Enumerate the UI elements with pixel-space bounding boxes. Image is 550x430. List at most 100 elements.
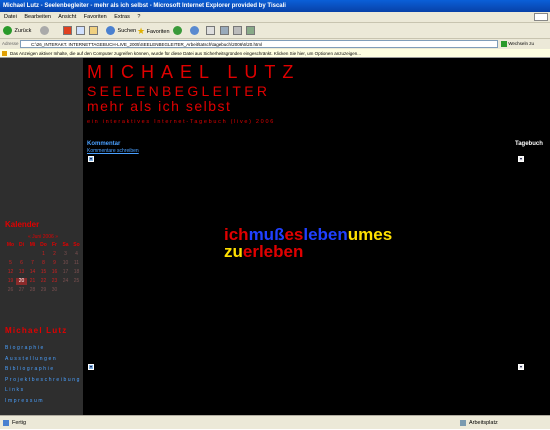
history-icon xyxy=(173,26,182,36)
menu-favoriten[interactable]: Favoriten xyxy=(84,14,107,20)
calendar-weekday: Mo xyxy=(6,242,15,248)
browser-window: Michael Lutz - Seelenbegleiter - mehr al… xyxy=(0,0,550,429)
site-title: SEELENBEGLEITER xyxy=(87,83,271,99)
calendar-weekday: Mi xyxy=(29,242,36,248)
calendar-day[interactable]: 15 xyxy=(38,269,49,276)
calendar-heading: Kalender xyxy=(5,220,40,229)
scroll-down-icon[interactable] xyxy=(88,156,94,162)
calendar-day[interactable]: 24 xyxy=(60,278,71,285)
menu-bar: Datei Bearbeiten Ansicht Favoriten Extra… xyxy=(0,12,550,22)
messenger-button[interactable] xyxy=(246,26,255,37)
favorites-button[interactable]: ★ Favoriten xyxy=(137,26,170,37)
refresh-button[interactable] xyxy=(76,26,85,37)
calendar-day[interactable]: 17 xyxy=(60,269,71,276)
zone-text: Arbeitsplatz xyxy=(469,420,498,426)
stop-button[interactable] xyxy=(63,26,72,37)
calendar-day[interactable]: 12 xyxy=(5,269,16,276)
home-button[interactable] xyxy=(89,26,98,37)
edit-button[interactable] xyxy=(220,26,229,37)
window-title: Michael Lutz - Seelenbegleiter - mehr al… xyxy=(3,3,286,9)
calendar-month-nav[interactable]: « Juni 2006 » xyxy=(5,234,81,240)
calendar-day[interactable]: 28 xyxy=(27,287,38,294)
nav-item-links[interactable]: Links xyxy=(5,385,81,396)
star-icon: ★ xyxy=(137,26,146,36)
stop-icon xyxy=(63,26,72,36)
nav-item-impressum[interactable]: Impressum xyxy=(5,396,81,407)
address-label: Adresse xyxy=(2,41,19,46)
kommentar-write-link[interactable]: Kommentare schreiben xyxy=(87,148,139,154)
forward-arrow-icon xyxy=(40,26,49,36)
calendar-day[interactable]: 9 xyxy=(49,260,60,267)
security-info-bar[interactable]: Das Anzeigen aktiver Inhalte, die auf de… xyxy=(0,49,550,58)
forward-button[interactable] xyxy=(40,26,50,37)
site-subtitle: mehr als ich selbst xyxy=(87,98,232,114)
diary-entry-line-2: zuerleben xyxy=(224,243,392,260)
calendar-day[interactable]: 27 xyxy=(16,287,27,294)
calendar-day[interactable]: 14 xyxy=(27,269,38,276)
tagebuch-heading: Tagebuch xyxy=(515,141,543,147)
discuss-button[interactable] xyxy=(233,26,242,37)
calendar-day[interactable]: 16 xyxy=(49,269,60,276)
calendar: « Juni 2006 » Mo Di Mi Do Fr Sa So 1 2 3 4 5 6 7 8 9 10 1… xyxy=(5,234,81,294)
nav-item-bibliographie[interactable]: Bibliographie xyxy=(5,364,81,375)
calendar-grid: Mo Di Mi Do Fr Sa So 1 2 3 4 5 6 7 8 9 10 11 12 13 14 15 16 17 1… xyxy=(5,242,81,294)
back-button[interactable]: Zurück xyxy=(3,26,31,37)
go-button[interactable]: Wechseln zu xyxy=(501,39,534,49)
history-button[interactable] xyxy=(173,26,183,37)
calendar-empty-cell xyxy=(60,287,71,294)
nav-item-ausstellungen[interactable]: Ausstellungen xyxy=(5,354,81,365)
mail-button[interactable] xyxy=(190,26,200,37)
calendar-day[interactable]: 26 xyxy=(5,287,16,294)
calendar-day[interactable]: 23 xyxy=(49,278,60,285)
calendar-day[interactable]: 11 xyxy=(71,260,82,267)
calendar-day[interactable]: 21 xyxy=(27,278,38,285)
calendar-day[interactable]: 30 xyxy=(49,287,60,294)
bottom-right-scroll-icon[interactable] xyxy=(518,364,524,370)
go-arrow-icon xyxy=(501,40,507,47)
menu-ansicht[interactable]: Ansicht xyxy=(58,14,76,20)
shield-icon xyxy=(2,51,7,56)
home-icon xyxy=(89,26,98,36)
info-bar-text: Das Anzeigen aktiver Inhalte, die auf de… xyxy=(10,51,361,56)
address-input[interactable]: C:\26_INTERAKT. INTERNETTAGEBUCH-LIVE_20… xyxy=(20,40,498,48)
tagebuch-scroll-down-icon[interactable] xyxy=(518,156,524,162)
calendar-day[interactable]: 20 xyxy=(16,278,27,285)
page-icon xyxy=(3,420,9,426)
window-title-bar[interactable]: Michael Lutz - Seelenbegleiter - mehr al… xyxy=(0,0,550,12)
calendar-day[interactable]: 19 xyxy=(5,278,16,285)
menu-extras[interactable]: Extras xyxy=(114,14,130,20)
search-button[interactable]: Suchen xyxy=(106,26,136,37)
calendar-day[interactable]: 10 xyxy=(60,260,71,267)
bottom-scroll-icon[interactable] xyxy=(88,364,94,370)
status-bar: Fertig Arbeitsplatz xyxy=(0,415,550,429)
calendar-weekday: Fr xyxy=(52,242,57,248)
calendar-day[interactable]: 1 xyxy=(38,251,49,258)
calendar-weekday: Di xyxy=(19,242,24,248)
menu-help[interactable]: ? xyxy=(137,14,140,20)
menu-bearbeiten[interactable]: Bearbeiten xyxy=(24,14,51,20)
calendar-day[interactable]: 29 xyxy=(38,287,49,294)
calendar-day[interactable]: 22 xyxy=(38,278,49,285)
nav-item-biographie[interactable]: Biographie xyxy=(5,343,81,354)
menu-datei[interactable]: Datei xyxy=(4,14,17,20)
nav-item-projektbeschreibung[interactable]: Projektbeschreibung xyxy=(5,375,81,386)
calendar-day[interactable]: 5 xyxy=(5,260,16,267)
discuss-icon xyxy=(233,26,242,36)
calendar-day[interactable]: 13 xyxy=(16,269,27,276)
nav-heading: Michael Lutz xyxy=(5,326,68,335)
calendar-day[interactable]: 3 xyxy=(60,251,71,258)
diary-word: erleben xyxy=(242,242,304,261)
calendar-day[interactable]: 18 xyxy=(71,269,82,276)
calendar-day[interactable]: 2 xyxy=(49,251,60,258)
calendar-day[interactable]: 8 xyxy=(38,260,49,267)
calendar-day[interactable]: 25 xyxy=(71,278,82,285)
print-button[interactable] xyxy=(206,26,215,37)
windows-logo-icon xyxy=(534,13,548,21)
computer-icon xyxy=(460,420,466,426)
calendar-day[interactable]: 6 xyxy=(16,260,27,267)
calendar-day[interactable]: 7 xyxy=(27,260,38,267)
calendar-empty-cell xyxy=(5,251,16,258)
diary-entry-text: ichmußeslebenumes zuerleben xyxy=(224,226,392,260)
calendar-day[interactable]: 4 xyxy=(71,251,82,258)
toolbar: Zurück Suchen ★ Favoriten xyxy=(0,22,550,39)
